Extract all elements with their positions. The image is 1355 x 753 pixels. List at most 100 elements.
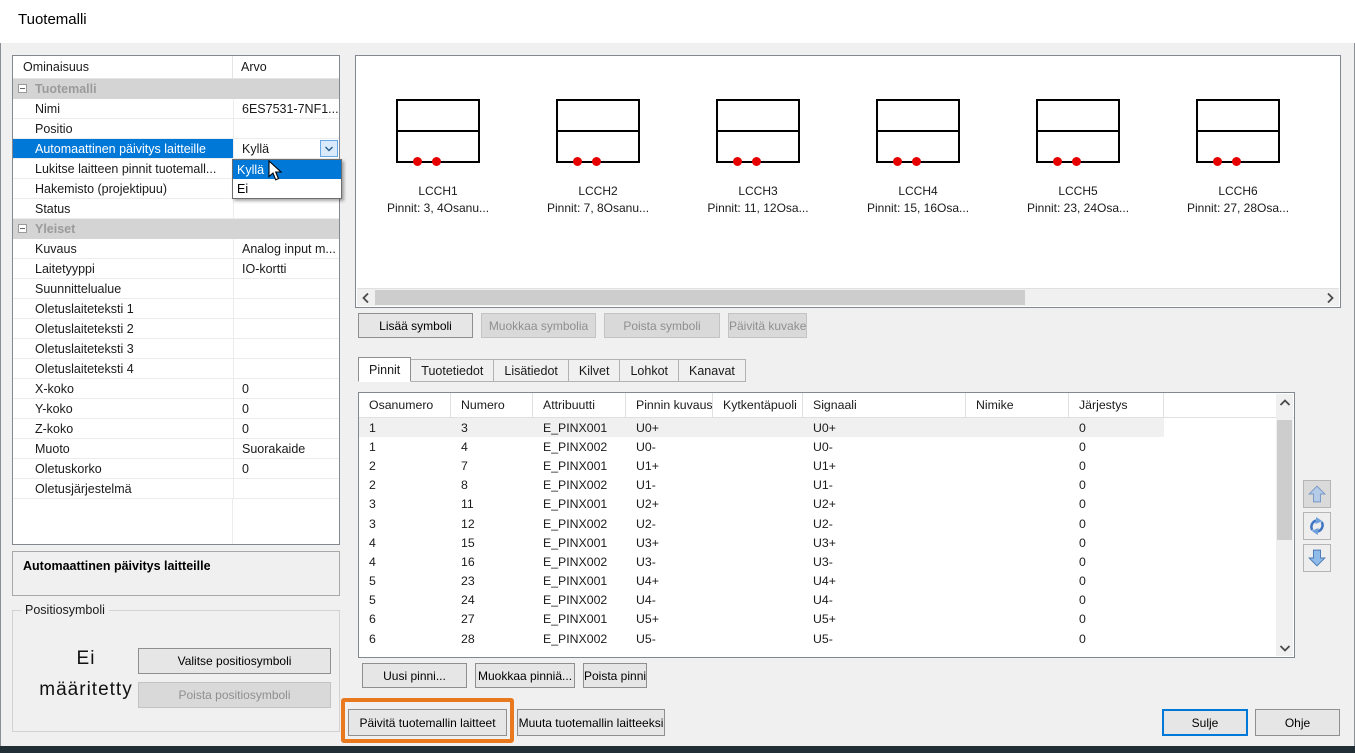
- col-header-jarjestys[interactable]: Järjestys: [1069, 393, 1164, 417]
- scrollbar-track[interactable]: [1276, 411, 1293, 639]
- col-header-kytkentapuoli[interactable]: Kytkentäpuoli: [713, 393, 803, 417]
- scrollbar-thumb[interactable]: [375, 290, 1025, 305]
- symbol-card[interactable]: LCCH2 Pinnit: 7, 8Osanu...: [518, 56, 678, 215]
- property-value[interactable]: 6ES7531-7NF1...: [233, 99, 339, 118]
- property-row[interactable]: Positio: [13, 119, 339, 139]
- table-row[interactable]: 5 24 E_PINX002 U4- U4- 0: [359, 591, 1164, 610]
- property-row[interactable]: Z-koko 0: [13, 419, 339, 439]
- property-row[interactable]: Oletuslaiteteksti 4: [13, 359, 339, 379]
- property-value[interactable]: 0: [233, 379, 339, 398]
- property-value[interactable]: [233, 79, 339, 98]
- col-header-osanumero[interactable]: Osanumero: [359, 393, 451, 417]
- property-row[interactable]: Suunnittelualue: [13, 279, 339, 299]
- table-row[interactable]: 4 16 E_PINX002 U3- U3- 0: [359, 552, 1164, 571]
- table-row[interactable]: 2 8 E_PINX002 U1- U1- 0: [359, 476, 1164, 495]
- pins-vertical-scrollbar[interactable]: [1276, 394, 1293, 656]
- symbol-action-button[interactable]: Muokkaa symbolia: [481, 313, 596, 338]
- property-value[interactable]: IO-kortti: [233, 259, 339, 278]
- symbol-card[interactable]: LCCH5 Pinnit: 23, 24Osa...: [998, 56, 1158, 215]
- table-row[interactable]: 2 7 E_PINX001 U1+ U1+ 0: [359, 456, 1164, 475]
- col-header-attribuutti[interactable]: Attribuutti: [533, 393, 626, 417]
- property-value[interactable]: 0: [233, 459, 339, 478]
- property-row[interactable]: X-koko 0: [13, 379, 339, 399]
- ohje-button[interactable]: Ohje: [1255, 709, 1340, 736]
- property-row[interactable]: Muoto Suorakaide: [13, 439, 339, 459]
- property-row[interactable]: Tuotemalli: [13, 79, 339, 99]
- table-row[interactable]: 3 11 E_PINX001 U2+ U2+ 0: [359, 495, 1164, 514]
- tab[interactable]: Kanavat: [678, 359, 746, 382]
- property-value[interactable]: [233, 119, 339, 138]
- tab[interactable]: Kilvet: [568, 359, 621, 382]
- property-value[interactable]: Kyllä: [233, 139, 339, 158]
- col-header-pinnin-kuvaus[interactable]: Pinnin kuvaus: [626, 393, 713, 417]
- move-up-button[interactable]: [1303, 480, 1331, 508]
- property-row[interactable]: Automaattinen päivitys laitteille Kyllä: [13, 139, 339, 159]
- paivita-tuotemallin-laitteet-button[interactable]: Päivitä tuotemallin laitteet: [348, 709, 507, 736]
- symbol-action-button[interactable]: Päivitä kuvake: [728, 313, 807, 338]
- property-value[interactable]: [233, 479, 339, 498]
- column-header-ominaisuus[interactable]: Ominaisuus: [13, 56, 233, 78]
- property-row[interactable]: Oletuskorko 0: [13, 459, 339, 479]
- property-row[interactable]: Oletusjärjestelmä: [13, 479, 339, 499]
- column-header-arvo[interactable]: Arvo: [233, 56, 339, 78]
- scrollbar-track[interactable]: [375, 289, 1321, 306]
- table-row[interactable]: 1 3 E_PINX001 U0+ U0+ 0: [359, 418, 1164, 437]
- tab[interactable]: Tuotetiedot: [410, 359, 494, 382]
- col-header-nimike[interactable]: Nimike: [966, 393, 1069, 417]
- table-row[interactable]: 1 4 E_PINX002 U0- U0- 0: [359, 437, 1164, 456]
- tab[interactable]: Pinnit: [358, 357, 411, 382]
- pin-action-button[interactable]: Uusi pinni...: [362, 663, 467, 688]
- property-value[interactable]: [233, 319, 339, 338]
- symbol-action-button[interactable]: Lisää symboli: [358, 313, 473, 338]
- collapse-icon[interactable]: [18, 84, 27, 93]
- property-value[interactable]: 0: [233, 419, 339, 438]
- table-row[interactable]: 6 28 E_PINX002 U5- U5- 0: [359, 629, 1164, 648]
- table-row[interactable]: 5 23 E_PINX001 U4+ U4+ 0: [359, 572, 1164, 591]
- property-row[interactable]: Oletuslaiteteksti 3: [13, 339, 339, 359]
- property-row[interactable]: Oletuslaiteteksti 1: [13, 299, 339, 319]
- property-value[interactable]: 0: [233, 399, 339, 418]
- property-value[interactable]: [233, 199, 339, 218]
- table-row[interactable]: 4 15 E_PINX001 U3+ U3+ 0: [359, 533, 1164, 552]
- property-value[interactable]: Suorakaide: [233, 439, 339, 458]
- tab[interactable]: Lohkot: [619, 359, 679, 382]
- scroll-up-button[interactable]: [1276, 394, 1293, 411]
- symbol-card[interactable]: LCCH1 Pinnit: 3, 4Osanu...: [358, 56, 518, 215]
- scroll-left-button[interactable]: [357, 289, 375, 306]
- scroll-right-button[interactable]: [1321, 289, 1339, 306]
- property-value[interactable]: [233, 219, 339, 238]
- col-header-signaali[interactable]: Signaali: [803, 393, 966, 417]
- valitse-positiosymboli-button[interactable]: Valitse positiosymboli: [138, 648, 331, 674]
- property-row[interactable]: Nimi 6ES7531-7NF1...: [13, 99, 339, 119]
- table-row[interactable]: 3 12 E_PINX002 U2- U2- 0: [359, 514, 1164, 533]
- pin-action-button[interactable]: Poista pinni: [583, 663, 647, 688]
- table-row[interactable]: 6 27 E_PINX001 U5+ U5+ 0: [359, 610, 1164, 629]
- scrollbar-thumb[interactable]: [1277, 420, 1292, 540]
- property-value[interactable]: [233, 279, 339, 298]
- property-row[interactable]: Kuvaus Analog input m...: [13, 239, 339, 259]
- property-value[interactable]: [233, 339, 339, 358]
- property-row[interactable]: Laitetyyppi IO-kortti: [13, 259, 339, 279]
- dropdown-option[interactable]: Ei: [233, 179, 341, 198]
- property-value[interactable]: Analog input m...: [233, 239, 339, 258]
- symbol-card[interactable]: LCCH6 Pinnit: 27, 28Osa...: [1158, 56, 1318, 215]
- move-down-button[interactable]: [1303, 544, 1331, 572]
- symbols-horizontal-scrollbar[interactable]: [357, 288, 1339, 306]
- collapse-icon[interactable]: [18, 224, 27, 233]
- property-row[interactable]: Y-koko 0: [13, 399, 339, 419]
- col-header-numero[interactable]: Numero: [451, 393, 533, 417]
- property-row[interactable]: Yleiset: [13, 219, 339, 239]
- property-row[interactable]: Status: [13, 199, 339, 219]
- dropdown-button[interactable]: [320, 140, 338, 157]
- pin-action-button[interactable]: Muokkaa pinniä...: [475, 663, 575, 688]
- scroll-down-button[interactable]: [1276, 639, 1293, 656]
- tab[interactable]: Lisätiedot: [493, 359, 569, 382]
- dropdown-option[interactable]: Kyllä: [233, 160, 341, 179]
- symbol-card[interactable]: LCCH3 Pinnit: 11, 12Osa...: [678, 56, 838, 215]
- property-row[interactable]: Oletuslaiteteksti 2: [13, 319, 339, 339]
- symbol-action-button[interactable]: Poista symboli: [604, 313, 720, 338]
- property-value[interactable]: [233, 359, 339, 378]
- property-value[interactable]: [233, 299, 339, 318]
- sulje-button[interactable]: Sulje: [1162, 709, 1248, 736]
- swap-rows-button[interactable]: [1303, 512, 1331, 540]
